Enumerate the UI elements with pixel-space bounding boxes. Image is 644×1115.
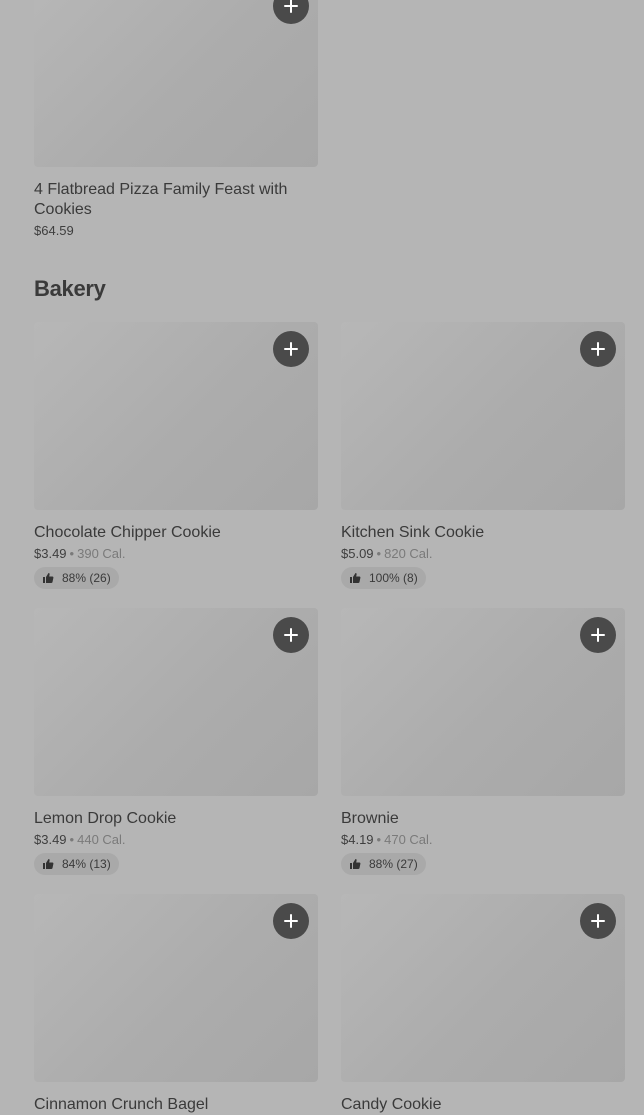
item-name[interactable]: Cinnamon Crunch Bagel [34, 1095, 318, 1115]
menu-item-card[interactable]: Cinnamon Crunch Bagel [34, 894, 318, 1115]
item-price: $3.49 [34, 832, 67, 847]
item-meta: $3.49 • 390 Cal. [34, 546, 318, 562]
item-calories: 390 Cal. [77, 546, 126, 561]
menu-item-card[interactable]: Kitchen Sink Cookie $5.09 • 820 Cal. 100% … [341, 322, 625, 589]
menu-item-card[interactable]: Lemon Drop Cookie $3.49 • 440 Cal. 84% (13… [34, 608, 318, 875]
item-calories: 820 Cal. [384, 546, 433, 561]
item-price: $4.19 [341, 832, 374, 847]
menu-item-card[interactable]: Candy Cookie [341, 894, 625, 1115]
item-price: $64.59 [34, 223, 74, 238]
rating-badge: 100% (8) [341, 567, 426, 589]
item-name[interactable]: Lemon Drop Cookie [34, 809, 318, 829]
item-image[interactable] [341, 322, 625, 510]
item-price: $3.49 [34, 546, 67, 561]
item-image[interactable] [34, 322, 318, 510]
item-price: $5.09 [341, 546, 374, 561]
item-image[interactable] [341, 894, 625, 1082]
plus-icon [284, 628, 298, 642]
item-image[interactable] [34, 608, 318, 796]
plus-icon [284, 0, 298, 13]
plus-icon [284, 914, 298, 928]
item-name[interactable]: Candy Cookie [341, 1095, 625, 1115]
thumbs-up-icon [43, 573, 54, 583]
meta-separator: • [69, 832, 75, 847]
meta-separator: • [376, 832, 382, 847]
menu-item-card[interactable]: Brownie $4.19 • 470 Cal. 88% (27) [341, 608, 625, 875]
item-meta: $5.09 • 820 Cal. [341, 546, 625, 562]
item-name[interactable]: 4 Flatbread Pizza Family Feast with Cook… [34, 180, 318, 220]
item-image[interactable] [341, 608, 625, 796]
item-name[interactable]: Brownie [341, 809, 625, 829]
item-name[interactable]: Chocolate Chipper Cookie [34, 523, 318, 543]
add-to-cart-button[interactable] [273, 0, 309, 24]
thumbs-up-icon [350, 573, 361, 583]
plus-icon [284, 342, 298, 356]
thumbs-up-icon [43, 859, 54, 869]
item-calories: 470 Cal. [384, 832, 433, 847]
rating-badge: 84% (13) [34, 853, 119, 875]
item-meta: $3.49 • 440 Cal. [34, 832, 318, 848]
add-to-cart-button[interactable] [580, 331, 616, 367]
add-to-cart-button[interactable] [273, 903, 309, 939]
rating-badge: 88% (27) [341, 853, 426, 875]
rating-badge: 88% (26) [34, 567, 119, 589]
rating-text: 84% (13) [62, 857, 111, 871]
item-image[interactable] [34, 0, 318, 167]
add-to-cart-button[interactable] [273, 617, 309, 653]
meta-separator: • [69, 546, 75, 561]
add-to-cart-button[interactable] [273, 331, 309, 367]
add-to-cart-button[interactable] [580, 617, 616, 653]
rating-text: 88% (27) [369, 857, 418, 871]
item-meta: $4.19 • 470 Cal. [341, 832, 625, 848]
meta-separator: • [376, 546, 382, 561]
menu-item-card[interactable]: 4 Flatbread Pizza Family Feast with Cook… [34, 0, 318, 239]
plus-icon [591, 914, 605, 928]
item-calories: 440 Cal. [77, 832, 126, 847]
item-meta: $64.59 [34, 223, 318, 239]
rating-text: 100% (8) [369, 571, 418, 585]
item-name[interactable]: Kitchen Sink Cookie [341, 523, 625, 543]
section-title: Bakery [34, 276, 106, 301]
item-image[interactable] [34, 894, 318, 1082]
thumbs-up-icon [350, 859, 361, 869]
plus-icon [591, 342, 605, 356]
plus-icon [591, 628, 605, 642]
rating-text: 88% (26) [62, 571, 111, 585]
menu-item-card[interactable]: Chocolate Chipper Cookie $3.49 • 390 Cal. … [34, 322, 318, 589]
add-to-cart-button[interactable] [580, 903, 616, 939]
